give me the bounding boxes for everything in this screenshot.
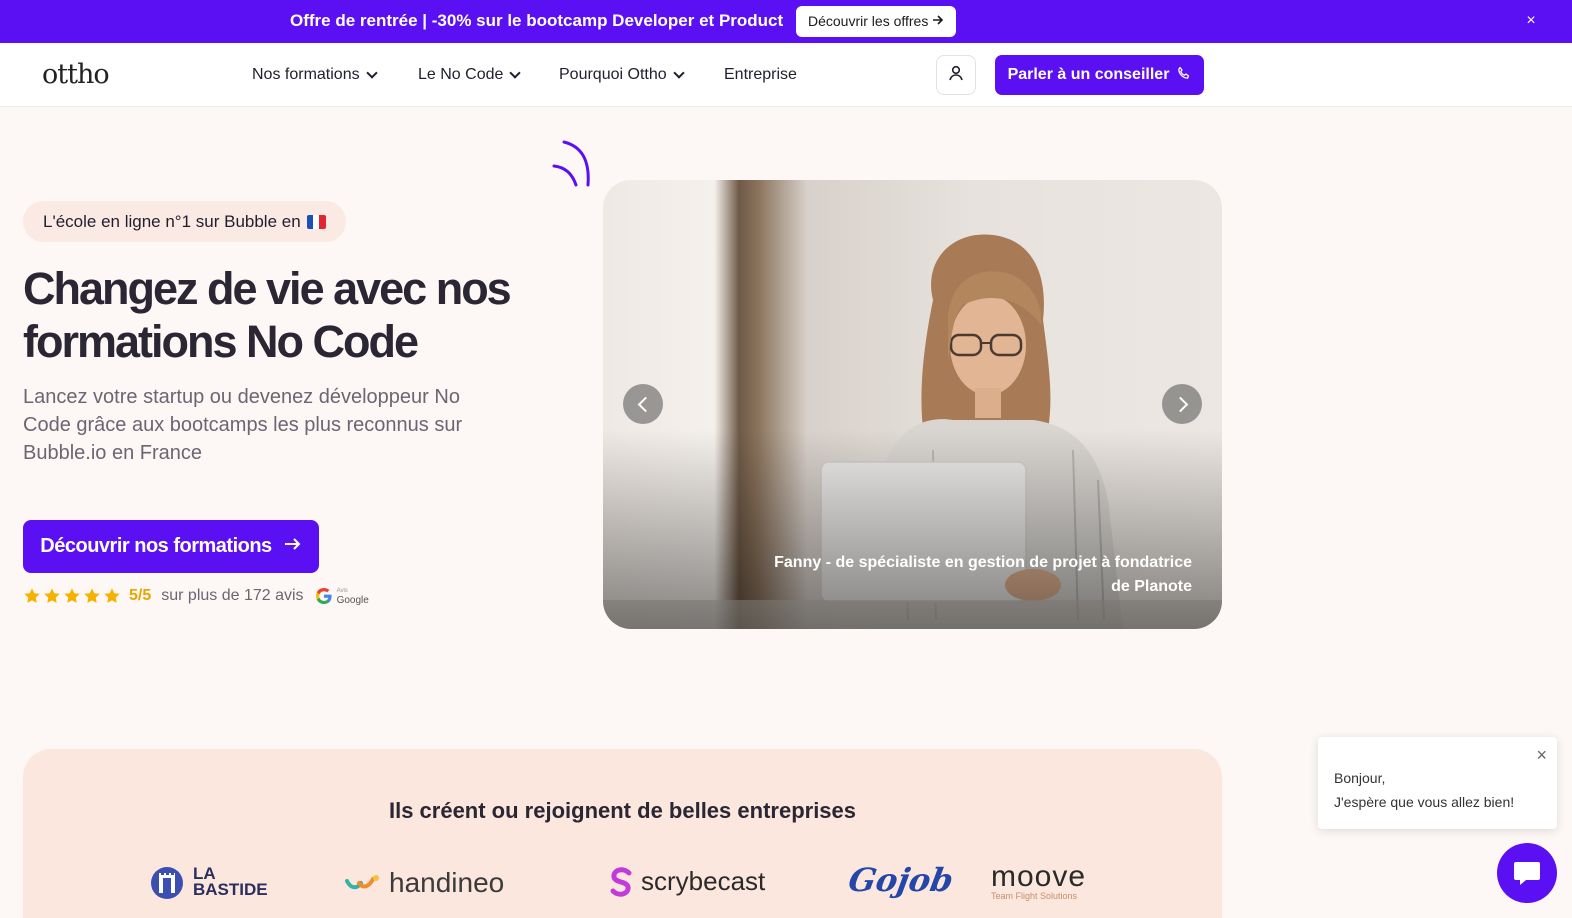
promo-text: Offre de rentrée | -30% sur le bootcamp … bbox=[290, 11, 784, 30]
discover-formations-button[interactable]: Découvrir nos formations bbox=[23, 520, 319, 573]
account-button[interactable] bbox=[936, 55, 976, 95]
google-label: Avis Google bbox=[337, 586, 369, 606]
chat-message: J'espère que vous allez bien! bbox=[1334, 794, 1515, 810]
rating-score: 5/5 bbox=[129, 587, 152, 604]
chevron-down-icon bbox=[509, 66, 522, 79]
brand-name: scrybecast bbox=[641, 866, 766, 896]
close-icon[interactable]: × bbox=[1522, 12, 1540, 30]
phone-icon bbox=[1177, 66, 1191, 85]
star-icon bbox=[104, 588, 120, 603]
nav-item-label: Le No Code bbox=[418, 66, 504, 83]
hero-badge-text: L'école en ligne n°1 sur Bubble en bbox=[43, 212, 301, 231]
chat-icon bbox=[1514, 862, 1540, 885]
castle-icon bbox=[151, 867, 183, 899]
ottho-logo[interactable]: ottho bbox=[42, 59, 110, 90]
top-navigation: ottho Nos formations Le No Code Pourquoi… bbox=[0, 43, 1572, 107]
brand-logo-gojob: Gojob bbox=[846, 861, 957, 899]
star-icon bbox=[44, 588, 60, 603]
france-flag-icon bbox=[306, 214, 326, 229]
brand-name: Gojob bbox=[845, 861, 957, 899]
testimonial-caption: Fanny - de spécialiste en gestion de pro… bbox=[774, 554, 1192, 595]
brand-name: moove bbox=[991, 860, 1087, 893]
google-source-label: Google bbox=[336, 595, 369, 606]
chevron-left-icon bbox=[637, 396, 653, 412]
rating-stars bbox=[23, 587, 121, 605]
discover-offers-button[interactable]: Découvrir les offres bbox=[796, 6, 957, 37]
brand-logo-handineo: handineo bbox=[345, 867, 504, 899]
brand-name: handineo bbox=[389, 867, 505, 898]
arrow-right-icon bbox=[932, 6, 944, 37]
promo-banner: Offre de rentrée | -30% sur le bootcamp … bbox=[0, 0, 1572, 43]
carousel-next-button[interactable] bbox=[1162, 384, 1202, 424]
google-icon bbox=[315, 588, 332, 604]
chat-greeting: Bonjour, bbox=[1334, 770, 1386, 786]
star-icon bbox=[84, 588, 100, 603]
carousel-prev-button[interactable] bbox=[623, 384, 663, 424]
partner-logos-section: Ils créent ou rejoignent de belles entre… bbox=[23, 749, 1222, 918]
close-icon[interactable]: × bbox=[1536, 743, 1547, 767]
brand-logo-scrybecast: scrybecast bbox=[609, 866, 765, 897]
brand-logo-la-bastide: LA BASTIDE bbox=[149, 864, 268, 900]
hero-title: Changez de vie avec nos formations No Co… bbox=[23, 263, 512, 367]
google-reviews-badge[interactable]: Avis Google bbox=[314, 586, 369, 606]
caption-gradient bbox=[603, 429, 1222, 629]
user-icon bbox=[948, 65, 964, 86]
logos-section-title: Ils créent ou rejoignent de belles entre… bbox=[388, 798, 857, 823]
nav-item-entreprise[interactable]: Entreprise bbox=[724, 66, 797, 84]
talk-to-advisor-button[interactable]: Parler à un conseiller bbox=[995, 55, 1204, 95]
chevron-right-icon bbox=[1172, 396, 1188, 412]
nav-item-label: Nos formations bbox=[252, 66, 360, 83]
chat-launcher-button[interactable] bbox=[1497, 843, 1557, 903]
star-icon bbox=[24, 588, 40, 603]
nav-item-label: Pourquoi Ottho bbox=[559, 66, 667, 83]
brand-tagline: Team Flight Solutions bbox=[991, 891, 1078, 901]
talk-to-advisor-label: Parler à un conseiller bbox=[1007, 66, 1170, 83]
nav-item-label: Entreprise bbox=[724, 66, 797, 83]
rating-row: 5/5 sur plus de 172 avis Avis Google bbox=[23, 585, 369, 607]
hero-badge: L'école en ligne n°1 sur Bubble en bbox=[23, 201, 346, 242]
hero-subtitle: Lancez votre startup ou devenez développ… bbox=[23, 386, 463, 464]
chat-popup[interactable]: × Bonjour, J'espère que vous allez bien! bbox=[1318, 737, 1557, 829]
nav-item-pourquoi-ottho[interactable]: Pourquoi Ottho bbox=[559, 66, 685, 84]
chevron-down-icon bbox=[365, 66, 378, 79]
brand-logo-moove: moove Team Flight Solutions bbox=[991, 860, 1087, 902]
nav-item-no-code[interactable]: Le No Code bbox=[418, 66, 522, 84]
decorative-arcs-icon bbox=[552, 140, 590, 187]
discover-formations-label: Découvrir nos formations bbox=[40, 535, 272, 557]
brand-line2: BASTIDE bbox=[193, 880, 268, 899]
scrybecast-mark-icon bbox=[610, 866, 632, 897]
discover-offers-label: Découvrir les offres bbox=[808, 13, 929, 29]
arrow-right-icon bbox=[284, 535, 302, 558]
nav-item-formations[interactable]: Nos formations bbox=[252, 66, 378, 84]
chevron-down-icon bbox=[672, 66, 685, 79]
testimonial-carousel: Fanny - de spécialiste en gestion de pro… bbox=[603, 180, 1222, 629]
star-icon bbox=[64, 588, 80, 603]
rating-reviews: sur plus de 172 avis bbox=[161, 587, 304, 604]
handineo-mark-icon bbox=[345, 875, 379, 890]
